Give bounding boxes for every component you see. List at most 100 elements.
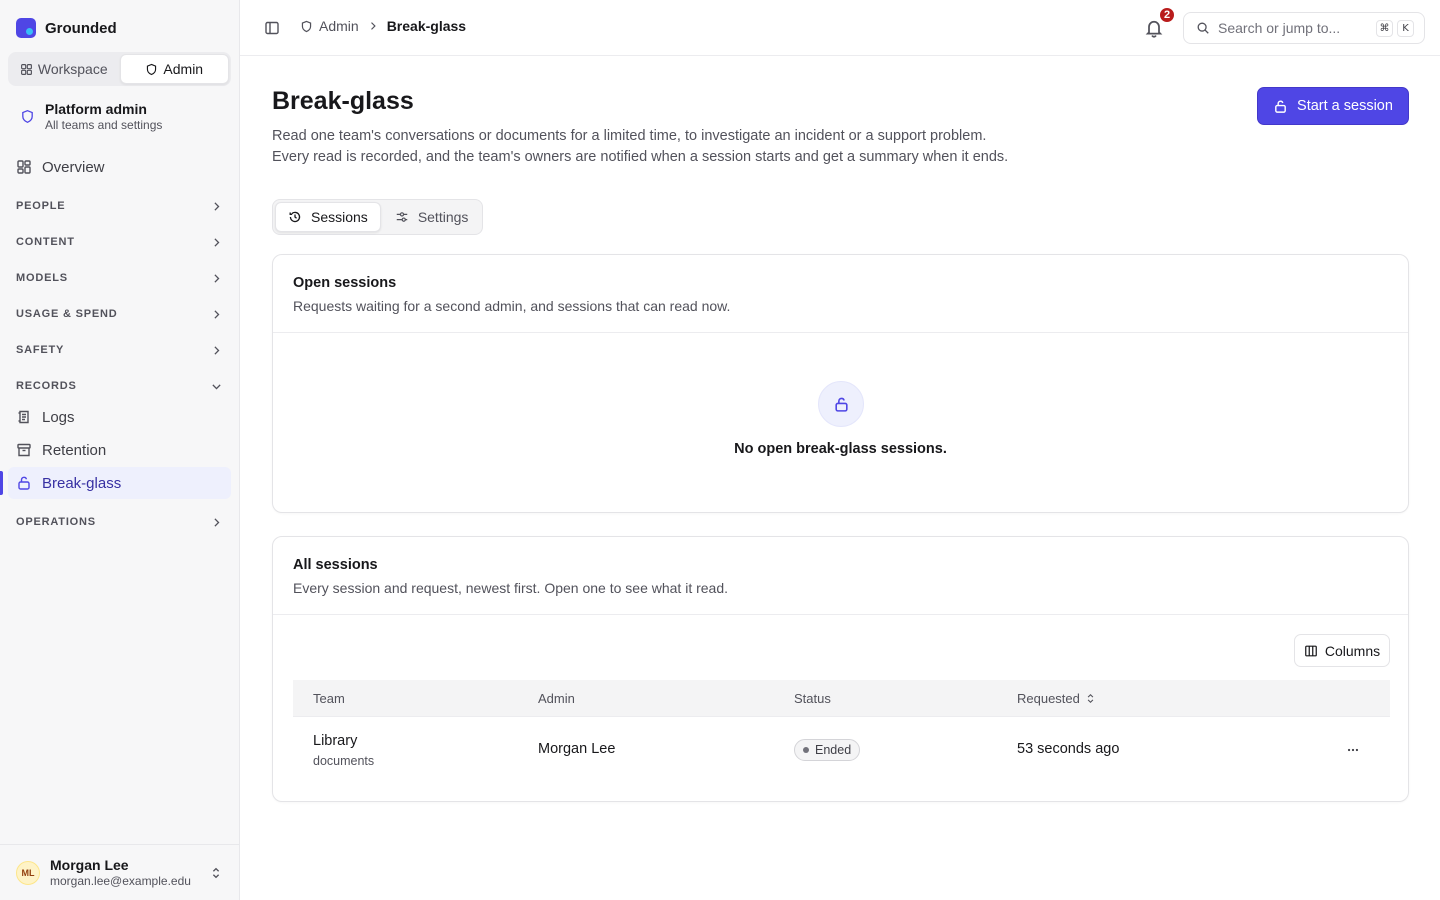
page-description-line: Read one team's conversations or documen… — [272, 128, 987, 144]
history-icon — [289, 211, 301, 223]
unlock-icon — [834, 397, 848, 412]
column-header-team: Team — [313, 690, 345, 706]
columns-button-label: Columns — [1324, 642, 1381, 659]
chevron-up-down-icon — [212, 867, 220, 878]
page-title: Break-glass — [272, 87, 414, 115]
chevron-right-icon — [214, 273, 220, 283]
chevron-right-icon — [214, 517, 220, 527]
columns-icon — [1305, 645, 1317, 656]
nav-group-operations[interactable]: OPERATIONS — [16, 512, 223, 532]
column-header-admin: Admin — [538, 690, 575, 706]
nav-group-models[interactable]: MODELS — [16, 268, 223, 288]
table-row[interactable]: Library documents Morgan Lee Ended 53 se… — [293, 717, 1390, 783]
chevron-right-icon — [214, 237, 220, 247]
columns-button[interactable]: Columns — [1294, 634, 1390, 667]
admin-mode-label: Admin — [163, 61, 204, 77]
notification-count-badge: 2 — [1158, 6, 1176, 24]
user-name: Morgan Lee — [50, 856, 129, 873]
archive-icon — [17, 443, 31, 457]
user-menu[interactable]: ML Morgan Lee morgan.lee@example.edu — [0, 844, 239, 900]
app-root: Grounded Workspace Admin Platform admin … — [0, 0, 1440, 900]
scroll-icon — [18, 410, 29, 424]
open-sessions-card: Open sessions Requests waiting for a sec… — [272, 254, 1409, 513]
search-input[interactable] — [1218, 20, 1368, 36]
empty-state-icon-wrap — [818, 381, 864, 427]
tab-settings[interactable]: Settings — [383, 202, 481, 232]
nav-group-label: SAFETY — [16, 344, 65, 356]
column-header-requested[interactable]: Requested — [1017, 691, 1096, 706]
card-title: All sessions — [293, 557, 378, 573]
breadcrumb-current: Break-glass — [386, 18, 467, 34]
column-header-status: Status — [794, 690, 831, 706]
team-cell: Library documents — [313, 732, 374, 769]
tab-sessions[interactable]: Sessions — [275, 202, 381, 232]
shield-icon — [147, 63, 157, 75]
breadcrumb-parent-label: Admin — [319, 18, 359, 34]
tab-label: Sessions — [311, 209, 368, 225]
chevron-right-icon — [214, 201, 220, 211]
nav-group-label: CONTENT — [16, 236, 75, 248]
nav-group-label: RECORDS — [16, 380, 77, 392]
nav-group-safety[interactable]: SAFETY — [16, 340, 223, 360]
nav-group-label: PEOPLE — [16, 200, 66, 212]
grid-icon — [20, 63, 32, 75]
sidebar-toggle-icon[interactable] — [264, 20, 280, 36]
chevron-right-icon — [214, 309, 220, 319]
shield-icon — [301, 20, 312, 32]
user-email: morgan.lee@example.edu — [50, 873, 191, 888]
team-scope: documents — [313, 754, 375, 768]
scope-selector[interactable]: Platform admin All teams and settings — [8, 95, 231, 137]
team-name: Library — [313, 733, 358, 749]
start-session-label: Start a session — [1297, 98, 1393, 114]
search-box[interactable]: ⌘ K — [1183, 12, 1425, 44]
column-header-label: Requested — [1017, 690, 1080, 706]
page-description-line: Every read is recorded, and the team's o… — [272, 149, 1009, 165]
mode-switcher: Workspace Admin — [8, 52, 231, 86]
sidebar-item-label: Break-glass — [42, 474, 122, 492]
sliders-icon — [396, 212, 408, 222]
scope-subtitle: All teams and settings — [45, 117, 163, 132]
empty-state: No open break-glass sessions. — [273, 333, 1408, 512]
scope-title: Platform admin — [45, 100, 147, 117]
nav-group-content[interactable]: CONTENT — [16, 232, 223, 252]
card-subtitle: Every session and request, newest first.… — [293, 580, 729, 596]
sidebar-item-break-glass[interactable]: Break-glass — [0, 467, 231, 499]
nav-group-usage-spend[interactable]: USAGE & SPEND — [16, 304, 223, 324]
search-icon — [1197, 22, 1209, 34]
empty-state-text: No open break-glass sessions. — [734, 441, 947, 457]
tab-list: Sessions Settings — [272, 199, 483, 235]
card-title: Open sessions — [293, 275, 397, 291]
chevron-down-icon — [212, 383, 221, 389]
sidebar-item-label: Logs — [42, 408, 75, 426]
avatar: ML — [16, 860, 40, 885]
tab-label: Settings — [417, 209, 469, 225]
nav-group-label: OPERATIONS — [16, 516, 96, 528]
sessions-table: Team Admin Status Requested Library docu… — [293, 680, 1390, 783]
sidebar-item-label: Overview — [42, 158, 105, 176]
sidebar-item-logs[interactable]: Logs — [8, 401, 231, 433]
chevron-right-icon — [214, 345, 220, 355]
admin-mode-button[interactable]: Admin — [119, 54, 229, 84]
table-header: Team Admin Status Requested — [293, 680, 1390, 717]
start-session-button[interactable]: Start a session — [1257, 87, 1409, 125]
sidebar-item-retention[interactable]: Retention — [8, 434, 231, 466]
sidebar: Grounded Workspace Admin Platform admin … — [0, 0, 240, 900]
workspace-mode-label: Workspace — [37, 61, 108, 77]
chevron-right-icon — [370, 22, 376, 30]
status-label: Ended — [815, 743, 852, 757]
status-dot-icon — [803, 747, 809, 753]
sort-icon — [1087, 693, 1094, 703]
row-actions-button[interactable] — [1341, 738, 1365, 762]
brand[interactable]: Grounded — [16, 18, 117, 38]
card-header: All sessions Every session and request, … — [273, 537, 1408, 615]
all-sessions-card: All sessions Every session and request, … — [272, 536, 1409, 802]
breadcrumb-admin[interactable]: Admin — [300, 18, 359, 34]
shield-icon — [22, 109, 33, 123]
admin-cell: Morgan Lee — [538, 741, 616, 757]
shortcut-key-cmd: ⌘ — [1376, 20, 1393, 37]
workspace-mode-button[interactable]: Workspace — [10, 54, 118, 84]
sidebar-item-label: Retention — [42, 441, 107, 459]
sidebar-item-overview[interactable]: Overview — [8, 151, 231, 183]
nav-group-people[interactable]: PEOPLE — [16, 196, 223, 216]
nav-group-records[interactable]: RECORDS — [16, 376, 223, 396]
